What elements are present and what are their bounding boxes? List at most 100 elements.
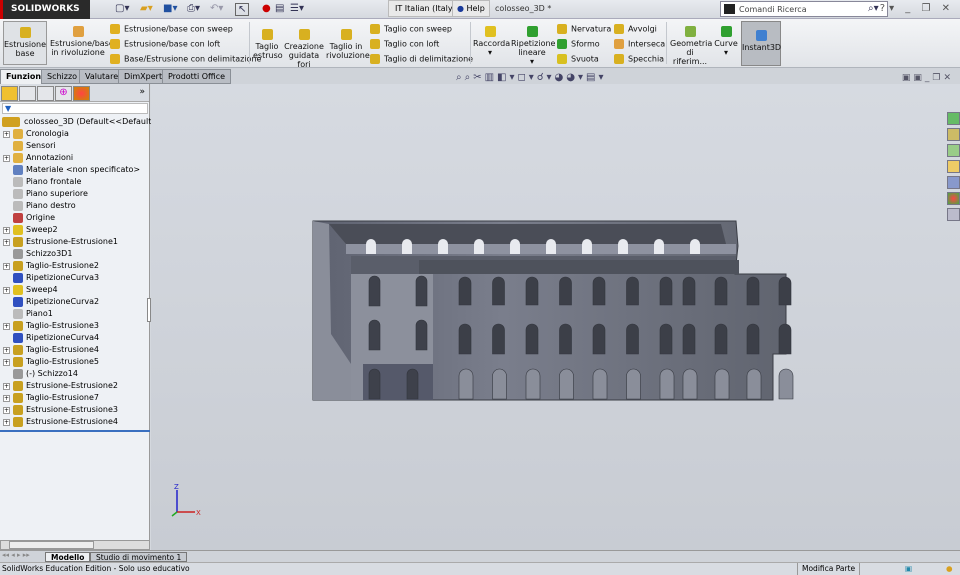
expand-icon[interactable]: + — [3, 227, 10, 234]
fillet-button[interactable]: Raccorda ▾ — [473, 24, 510, 57]
attic-opening — [582, 239, 592, 254]
heads-up-view-toolbar[interactable]: ⌕⌕✂▥◧▾◻▾☌▾◕◕▾▤▾ — [456, 72, 607, 83]
select-icon[interactable]: ↖ — [235, 3, 250, 16]
search-commands-input[interactable]: Comandi Ricerca — [720, 1, 888, 17]
tree-item[interactable]: + Estrusione-Estrusione3 — [0, 404, 150, 416]
extruded-cut-button[interactable]: Taglio estruso — [253, 27, 283, 60]
extrude-boss-button[interactable]: Estrusione base — [3, 21, 47, 65]
lofted-boss-button[interactable]: Estrusione/base con loft — [110, 39, 220, 49]
configuration-manager-tab-icon[interactable] — [37, 86, 54, 101]
instant3d-button[interactable]: Instant3D — [741, 21, 781, 66]
save-icon[interactable]: ■▾ — [163, 3, 177, 14]
tree-item[interactable]: + Estrusione-Estrusione4 — [0, 416, 150, 428]
tree-item[interactable]: Piano destro — [0, 200, 150, 212]
tab-schizzo[interactable]: Schizzo — [41, 69, 84, 84]
property-manager-tab-icon[interactable] — [19, 86, 36, 101]
help-button[interactable]: ● Help — [452, 0, 490, 17]
tree-item[interactable]: + Taglio-Estrusione7 — [0, 392, 150, 404]
boundary-boss-button[interactable]: Base/Estrusione con delimitazione — [110, 54, 261, 64]
expand-icon[interactable]: + — [3, 347, 10, 354]
label: Nervatura — [571, 24, 612, 34]
expand-icon[interactable]: + — [3, 131, 10, 138]
expand-icon[interactable]: + — [3, 407, 10, 414]
arch-window — [659, 276, 673, 306]
tab-studio-di-movimento[interactable]: Studio di movimento 1 — [90, 552, 188, 562]
rebuild-status-icon[interactable]: ● — [946, 563, 953, 575]
expand-icon[interactable]: + — [3, 287, 10, 294]
window-controls[interactable]: ?▾ _ ❐ ✕ — [880, 3, 954, 14]
rebuild-icon[interactable]: ● — [262, 3, 271, 14]
tree-item[interactable]: Sensori — [0, 140, 150, 152]
tree-item[interactable]: + Sweep4 — [0, 284, 150, 296]
display-manager-tab-icon[interactable] — [73, 86, 90, 101]
curves-button[interactable]: Curve ▾ — [713, 24, 739, 57]
tree-item[interactable]: Piano frontale — [0, 176, 150, 188]
tree-item[interactable]: RipetizioneCurva4 — [0, 332, 150, 344]
swept-cut-button[interactable]: Taglio con sweep — [370, 24, 452, 34]
new-icon[interactable]: ▢▾ — [115, 3, 129, 14]
tree-item[interactable]: + Estrusione-Estrusione2 — [0, 380, 150, 392]
tree-item[interactable]: RipetizioneCurva2 — [0, 296, 150, 308]
lofted-cut-button[interactable]: Taglio con loft — [370, 39, 439, 49]
tree-item[interactable]: + Taglio-Estrusione2 — [0, 260, 150, 272]
tree-item[interactable]: (-) Schizzo14 — [0, 368, 150, 380]
expand-icon[interactable]: + — [3, 395, 10, 402]
dimxpert-tab-icon[interactable]: ⊕ — [55, 86, 72, 101]
tree-horizontal-scrollbar[interactable] — [0, 540, 150, 550]
undo-icon[interactable]: ↶▾ — [210, 3, 223, 14]
tree-item[interactable]: RipetizioneCurva3 — [0, 272, 150, 284]
expand-icon[interactable]: + — [3, 383, 10, 390]
expand-icon[interactable]: + — [3, 419, 10, 426]
options-icon[interactable]: ☰▾ — [290, 3, 304, 14]
mirror-button[interactable]: Specchia — [614, 54, 664, 64]
feature-icon — [13, 261, 23, 271]
search-icon[interactable]: ⌕▾ — [868, 3, 879, 14]
tree-item[interactable]: + Taglio-Estrusione3 — [0, 320, 150, 332]
hole-wizard-button[interactable]: Creazione guidata fori — [284, 27, 324, 69]
tab-dimxpert[interactable]: DimXpert — [118, 69, 169, 84]
arch-window — [592, 323, 606, 355]
file-properties-icon[interactable]: ▤ — [275, 3, 284, 14]
tree-filter-input[interactable]: ▼ — [2, 103, 148, 114]
boundary-cut-button[interactable]: Taglio di delimitazione — [370, 54, 473, 64]
tab-prodotti-office[interactable]: Prodotti Office — [162, 69, 232, 84]
graphics-area[interactable]: ⌕⌕✂▥◧▾◻▾☌▾◕◕▾▤▾ ▣▣_❐✕ Z X — [151, 72, 960, 550]
expand-icon[interactable]: + — [3, 263, 10, 270]
tab-scroll-arrows[interactable]: ◂◂ ◂ ▸ ▸▸ — [2, 551, 30, 559]
open-icon[interactable]: ▰▾ — [140, 3, 153, 14]
tree-item[interactable]: Piano1 — [0, 308, 150, 320]
colosseum-3d-model[interactable] — [151, 84, 960, 550]
print-icon[interactable]: ⎙▾ — [187, 3, 200, 14]
feature-manager-tab-icon[interactable] — [1, 86, 18, 101]
revolved-cut-button[interactable]: Taglio in rivoluzione — [326, 27, 370, 60]
tree-item[interactable]: Piano superiore — [0, 188, 150, 200]
tree-item[interactable]: + Sweep2 — [0, 224, 150, 236]
tree-root-part[interactable]: colosseo_3D (Default<<Default>_S — [0, 116, 167, 128]
shell-button[interactable]: Svuota — [557, 54, 599, 64]
expand-icon[interactable]: + — [3, 155, 10, 162]
rollback-bar[interactable] — [0, 430, 150, 432]
swept-boss-button[interactable]: Estrusione/base con sweep — [110, 24, 233, 34]
expand-icon[interactable]: + — [3, 359, 10, 366]
tab-modello[interactable]: Modello — [45, 552, 91, 562]
tree-item[interactable]: + Taglio-Estrusione5 — [0, 356, 150, 368]
tree-item[interactable]: Origine — [0, 212, 150, 224]
tree-item[interactable]: Materiale <non specificato> — [0, 164, 150, 176]
expand-panel-icon[interactable]: » — [139, 87, 145, 97]
tree-item[interactable]: + Cronologia — [0, 128, 150, 140]
viewport-window-controls[interactable]: ▣▣_❐✕ — [902, 73, 954, 83]
expand-icon[interactable]: + — [3, 239, 10, 246]
linear-pattern-button[interactable]: Ripetizione lineare ▾ — [511, 24, 555, 66]
draft-button[interactable]: Sformo — [557, 39, 600, 49]
tree-item[interactable]: + Taglio-Estrusione4 — [0, 344, 150, 356]
solidworks-logo[interactable]: SOLIDWORKS — [0, 0, 90, 19]
wrap-button[interactable]: Avvolgi — [614, 24, 657, 34]
help-status-icon[interactable]: ▣ — [905, 563, 912, 575]
tree-item[interactable]: Schizzo3D1 — [0, 248, 150, 260]
revolve-boss-button[interactable]: Estrusione/base in rivoluzione — [50, 24, 114, 57]
tree-item[interactable]: + Estrusione-Estrusione1 — [0, 236, 150, 248]
intersect-button[interactable]: Interseca — [614, 39, 665, 49]
expand-icon[interactable]: + — [3, 323, 10, 330]
tree-item[interactable]: + Annotazioni — [0, 152, 150, 164]
rib-button[interactable]: Nervatura — [557, 24, 611, 34]
